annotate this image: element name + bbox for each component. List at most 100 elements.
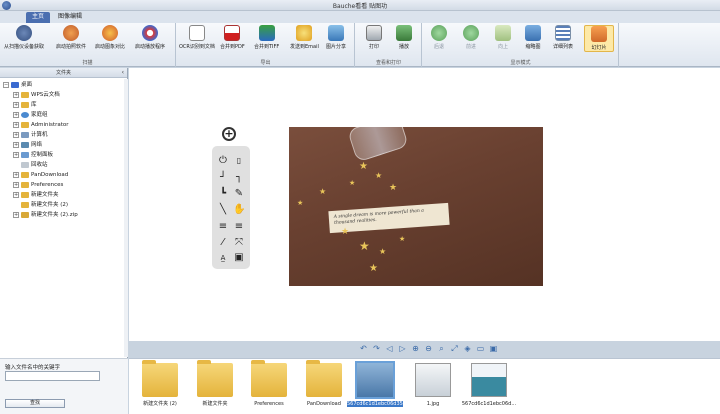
brush-icon[interactable]: ╲ xyxy=(217,204,229,216)
expand-icon[interactable]: + xyxy=(13,132,19,138)
next-icon[interactable]: ▷ xyxy=(398,344,407,353)
back-button[interactable]: 后退 xyxy=(431,25,447,50)
pin-icon[interactable]: ‹ xyxy=(122,68,124,78)
tiff-icon xyxy=(258,25,275,41)
find-button[interactable]: 查找 xyxy=(5,399,65,408)
tree-item-library[interactable]: + 库 xyxy=(0,100,124,110)
tab-home[interactable]: 主页 xyxy=(26,12,51,23)
collapse-icon[interactable]: − xyxy=(3,82,9,88)
tree-item-recycle-bin[interactable]: 回收站 xyxy=(0,160,124,170)
share-image-button[interactable]: 图片分享 xyxy=(326,25,346,50)
tree-item-preferences[interactable]: + Preferences xyxy=(0,180,124,190)
play-button[interactable]: 播放 xyxy=(396,25,412,50)
scanner-icon xyxy=(16,25,32,41)
tree-item-control-panel[interactable]: + 控制面板 xyxy=(0,150,124,160)
thumbnail-item-selected[interactable]: 567cd6c1d1ebc06d358a2a59de9b3b4b.jpg xyxy=(347,361,456,413)
tree-item-computer[interactable]: + 计算机 xyxy=(0,130,124,140)
expand-icon[interactable]: + xyxy=(13,92,19,98)
thumbnail-item[interactable]: 新建文件夹 (2) xyxy=(132,360,188,413)
hand-icon[interactable]: ✋ xyxy=(233,204,245,216)
eyedropper-icon[interactable]: ⁄ xyxy=(217,237,229,249)
launch-camera-button[interactable]: 启动拍照软件 xyxy=(56,25,86,50)
monitor-icon[interactable]: ▣ xyxy=(489,344,498,353)
align-left-icon[interactable]: ≡ xyxy=(217,221,229,233)
search-label: 输入文件名中的关键字 xyxy=(5,365,61,371)
expand-icon[interactable]: + xyxy=(13,192,19,198)
fullscreen-icon[interactable]: ⤧ xyxy=(233,237,245,249)
thumbnail-item[interactable]: PanDownload xyxy=(296,360,352,413)
tree-item-wps-cloud[interactable]: + WPS云文档 xyxy=(0,90,124,100)
print-button[interactable]: 打印 xyxy=(366,25,382,50)
ocr-to-document-button[interactable]: OCR识别到文档 xyxy=(179,25,215,50)
thumbnail-item[interactable]: 新建文件夹 xyxy=(187,360,243,413)
rotate-left-icon[interactable]: ↶ xyxy=(359,344,368,353)
thumbnail-item[interactable]: 567cd6c1d1ebc06d... xyxy=(461,363,517,413)
zoom-in-icon[interactable]: + xyxy=(222,127,236,141)
folder-icon xyxy=(21,182,29,188)
zoom-out-icon[interactable]: ⊖ xyxy=(424,344,433,353)
group-scan-label: 扫描 xyxy=(82,60,93,66)
folder-icon xyxy=(251,360,287,397)
expand-icon[interactable]: + xyxy=(13,102,19,108)
thumbnail-view-button[interactable]: 缩略图 xyxy=(525,25,541,50)
previous-icon[interactable]: ◁ xyxy=(385,344,394,353)
expand-icon[interactable]: + xyxy=(13,122,19,128)
folder-tree-scrollbar[interactable] xyxy=(124,79,128,357)
folder-icon xyxy=(142,360,178,397)
expand-icon[interactable]: + xyxy=(13,182,19,188)
tree-item-new-folder[interactable]: + 新建文件夹 xyxy=(0,190,124,200)
search-input[interactable] xyxy=(5,371,100,381)
expand-icon[interactable]: + xyxy=(13,212,19,218)
actual-size-icon[interactable]: ◈ xyxy=(463,344,472,353)
folder-icon xyxy=(21,172,29,178)
merge-pdf-button[interactable]: 合并到PDF xyxy=(220,25,245,50)
slideshow-button[interactable]: 幻灯片 xyxy=(584,25,614,52)
scan-from-device-button[interactable]: 从扫描仪设备获取 xyxy=(4,25,44,50)
expand-icon[interactable]: + xyxy=(13,142,19,148)
detail-list-icon xyxy=(555,25,571,41)
folder-icon xyxy=(21,202,29,208)
title-bar: Bauche看看 贴图功 xyxy=(0,0,720,11)
rotate-right-icon[interactable]: ↷ xyxy=(372,344,381,353)
star-decoration: ★ xyxy=(389,183,398,193)
battery-icon[interactable]: ▯ xyxy=(233,155,245,167)
tree-item-desktop[interactable]: − 桌面 xyxy=(0,80,124,90)
align-right-icon[interactable]: ≡ xyxy=(233,221,245,233)
pencil-icon[interactable]: ✎ xyxy=(233,188,245,200)
group-display-mode-label: 显示模式 xyxy=(510,60,531,66)
save-icon[interactable]: ▣ xyxy=(233,252,245,264)
power-icon[interactable]: ⏻ xyxy=(217,155,229,167)
folders-panel-header: 文件夹 ‹ xyxy=(0,68,127,78)
bottom-left-corner-icon[interactable]: ┘ xyxy=(217,172,229,184)
tree-item-new-folder-2-zip[interactable]: + 新建文件夹 (2).zip xyxy=(0,210,124,220)
up-button[interactable]: 向上 xyxy=(495,25,511,50)
launch-player-button[interactable]: 启动播放程序 xyxy=(135,25,165,50)
tree-item-administrator[interactable]: + Administrator xyxy=(0,120,124,130)
fit-window-icon[interactable]: ⤢ xyxy=(450,344,459,353)
page-icon[interactable]: ▭ xyxy=(476,344,485,353)
tree-item-network[interactable]: + 网络 xyxy=(0,140,124,150)
merge-tiff-button[interactable]: 合并到TIFF xyxy=(254,25,279,50)
thumbnail-item[interactable]: Preferences xyxy=(241,360,297,413)
text-edit-icon[interactable]: A̲ xyxy=(217,252,229,264)
group-export: OCR识别到文档 合并到PDF 合并到TIFF 发送到Email 图片分享 导出 xyxy=(177,23,355,67)
tree-item-homegroup[interactable]: + 家庭组 xyxy=(0,110,124,120)
expand-icon[interactable]: + xyxy=(13,152,19,158)
forward-button[interactable]: 前进 xyxy=(463,25,479,50)
search-zoom-icon[interactable]: ⌕ xyxy=(437,344,446,353)
expand-icon[interactable]: + xyxy=(13,172,19,178)
zoom-in-icon[interactable]: ⊕ xyxy=(411,344,420,353)
corner-icon[interactable]: ┗ xyxy=(217,188,229,200)
group-view-print-label: 查看和打印 xyxy=(375,60,401,66)
detail-list-button[interactable]: 详细列表 xyxy=(553,25,573,50)
tree-item-new-folder-2[interactable]: 新建文件夹 (2) xyxy=(0,200,124,210)
tree-item-pandownload[interactable]: + PanDownload xyxy=(0,170,124,180)
tab-image-edit[interactable]: 图像编辑 xyxy=(52,12,88,23)
expand-icon[interactable]: + xyxy=(13,112,19,118)
star-decoration: ★ xyxy=(341,227,350,237)
top-right-corner-icon[interactable]: ┐ xyxy=(233,172,245,184)
thumbnail-item[interactable]: 1.jpg xyxy=(405,363,461,413)
launch-compare-button[interactable]: 启动图象对比 xyxy=(95,25,125,50)
send-email-button[interactable]: 发送到Email xyxy=(290,25,319,50)
printer-icon xyxy=(366,25,382,41)
